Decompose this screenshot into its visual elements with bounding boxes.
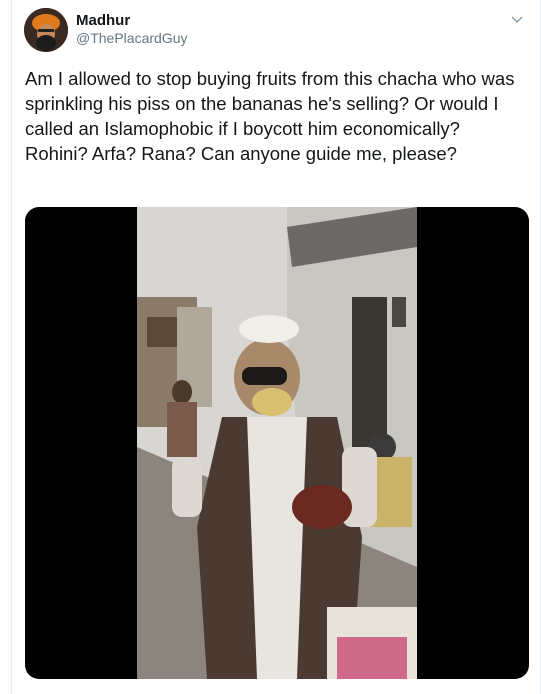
tweet-card[interactable]: Madhur @ThePlacardGuy Am I allowed to st… — [0, 0, 541, 694]
avatar[interactable] — [24, 8, 68, 52]
chevron-down-icon[interactable] — [507, 10, 527, 30]
video-frame[interactable] — [137, 207, 417, 679]
tweet-text: Am I allowed to stop buying fruits from … — [25, 68, 515, 164]
video-still — [137, 207, 417, 679]
avatar-image — [24, 8, 68, 52]
user-handle[interactable]: @ThePlacardGuy — [76, 30, 187, 46]
display-name[interactable]: Madhur — [76, 12, 130, 29]
divider-left — [11, 0, 12, 694]
video-media[interactable] — [25, 207, 529, 679]
